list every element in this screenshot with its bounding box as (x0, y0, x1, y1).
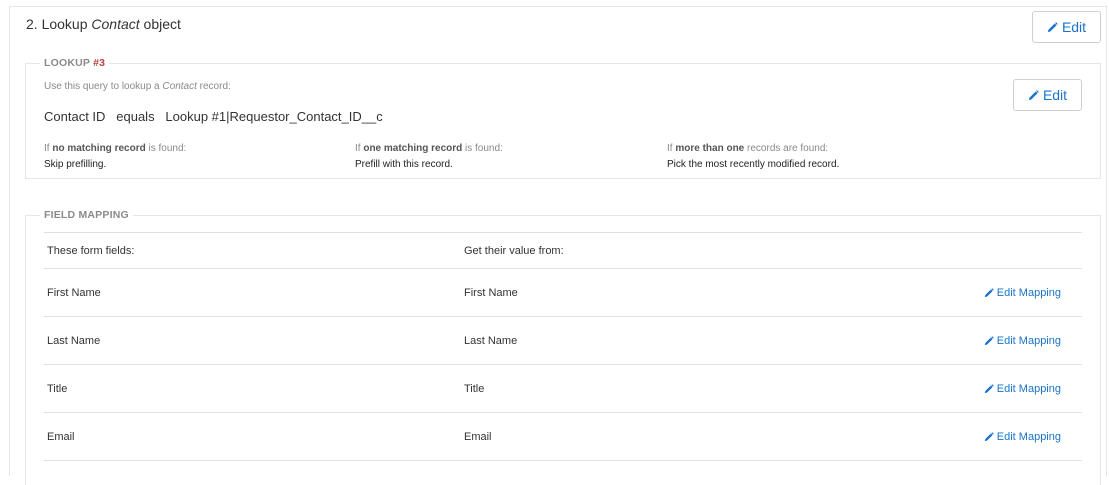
lookup-number: #3 (93, 57, 106, 69)
condition-value: Skip prefilling. (44, 159, 107, 170)
lookup-query: Contact ID equals Lookup #1|Requestor_Co… (44, 109, 383, 124)
condition-suffix: records are found: (747, 143, 829, 154)
pencil-icon (1047, 21, 1058, 32)
pencil-icon (984, 431, 994, 441)
edit-mapping-label: Edit Mapping (996, 286, 1061, 299)
edit-mapping-label: Edit Mapping (996, 430, 1061, 443)
pencil-icon (984, 287, 994, 297)
pencil-icon (984, 335, 994, 345)
lookup-legend-label: LOOKUP (44, 57, 90, 69)
form-field-name: Last Name (47, 334, 101, 347)
condition-label: If one matching record is found: (355, 143, 503, 154)
lookup-legend: LOOKUP #3 (40, 57, 110, 69)
step-prefix: Lookup (41, 16, 88, 32)
condition-no-match: If no matching record is found: Skip pre… (44, 143, 186, 170)
edit-mapping-link[interactable]: Edit Mapping (864, 383, 1082, 395)
form-field-name: Email (47, 430, 75, 443)
step-object: Contact (91, 16, 140, 32)
edit-lookup-label: Edit (1042, 87, 1068, 103)
edit-step-button[interactable]: Edit (1032, 11, 1101, 43)
header-value-source: Get their value from: (464, 244, 564, 257)
query-operator: equals (116, 109, 155, 124)
lookup-section: LOOKUP #3 Use this query to lookup a Con… (25, 57, 1101, 179)
lookup-step-panel: 2. Lookup Contact object Edit LOOKUP #3 … (9, 6, 1107, 485)
header-form-fields: These form fields: (47, 244, 135, 257)
mapping-header-row: These form fields: Get their value from: (44, 233, 1082, 269)
helper-suffix: record: (199, 81, 231, 92)
condition-bold: no matching record (52, 143, 146, 154)
table-row: First Name First Name Edit Mapping (44, 269, 1082, 317)
table-row: Last Name Last Name Edit Mapping (44, 317, 1082, 365)
condition-value: Pick the most recently modified record. (667, 159, 840, 170)
step-title: 2. Lookup Contact object (26, 16, 181, 32)
condition-label: If more than one records are found: (667, 143, 839, 154)
edit-step-label: Edit (1061, 19, 1087, 35)
table-row: Title Title Edit Mapping (44, 365, 1082, 413)
condition-bold: one matching record (363, 143, 463, 154)
edit-mapping-link[interactable]: Edit Mapping (864, 431, 1082, 443)
step-number: 2. (26, 16, 38, 32)
lookup-helper-text: Use this query to lookup a Contact recor… (44, 81, 231, 92)
source-field-name: Email (464, 430, 492, 443)
edit-mapping-label: Edit Mapping (996, 334, 1061, 347)
step-suffix: object (143, 16, 181, 32)
condition-label: If no matching record is found: (44, 143, 186, 154)
condition-suffix: is found: (148, 143, 187, 154)
source-field-name: Last Name (464, 334, 518, 347)
query-value: Lookup #1|Requestor_Contact_ID__c (165, 109, 383, 124)
helper-prefix: Use this query to lookup a (44, 81, 160, 92)
edit-lookup-button[interactable]: Edit (1013, 79, 1082, 111)
pencil-icon (1028, 89, 1039, 100)
condition-value: Prefill with this record. (355, 159, 453, 170)
table-row: Email Email Edit Mapping (44, 413, 1082, 461)
field-mapping-section: FIELD MAPPING These form fields: Get the… (25, 209, 1101, 485)
mapping-legend: FIELD MAPPING (40, 209, 133, 221)
mapping-table: These form fields: Get their value from:… (44, 232, 1082, 461)
pencil-icon (984, 383, 994, 393)
condition-bold: more than one (675, 143, 745, 154)
edit-mapping-label: Edit Mapping (996, 382, 1061, 395)
condition-one-match: If one matching record is found: Prefill… (355, 143, 503, 170)
query-field: Contact ID (44, 109, 106, 124)
form-field-name: First Name (47, 286, 101, 299)
condition-multiple-match: If more than one records are found: Pick… (667, 143, 839, 170)
condition-prefix: If (44, 143, 50, 154)
helper-object: Contact (162, 81, 197, 92)
source-field-name: Title (464, 382, 485, 395)
edit-mapping-link[interactable]: Edit Mapping (864, 335, 1082, 347)
edit-mapping-link[interactable]: Edit Mapping (864, 287, 1082, 299)
condition-prefix: If (667, 143, 673, 154)
condition-prefix: If (355, 143, 361, 154)
form-field-name: Title (47, 382, 68, 395)
condition-suffix: is found: (465, 143, 503, 154)
source-field-name: First Name (464, 286, 518, 299)
